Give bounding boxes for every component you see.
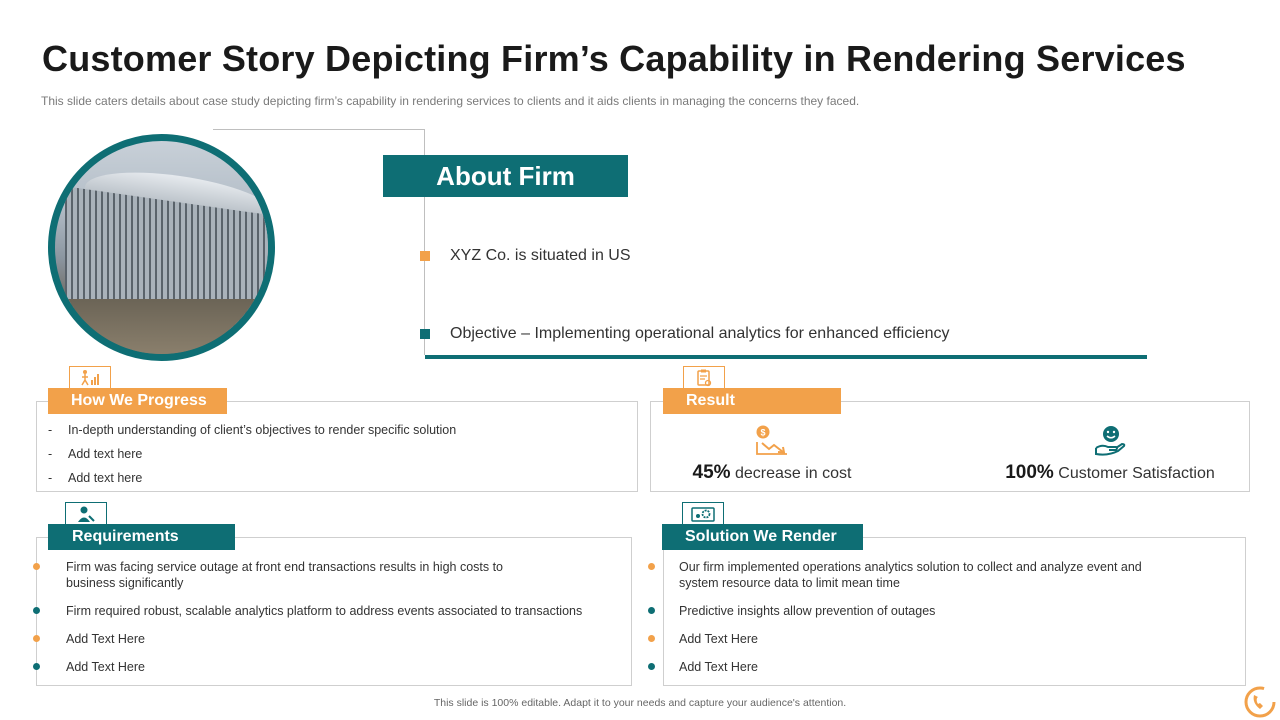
about-item-text: Objective – Implementing operational ana…: [450, 325, 950, 342]
about-item: Objective – Implementing operational ana…: [420, 325, 950, 343]
cost-metric: $ 45% decrease in cost: [682, 424, 862, 484]
teal-square-bullet-icon: [420, 329, 430, 339]
requirements-item: Add Text Here: [66, 632, 145, 646]
about-frame-line: [213, 129, 425, 130]
solution-item: Add Text Here: [679, 632, 758, 646]
solution-heading: Solution We Render: [662, 524, 863, 550]
progress-icon-box: [69, 366, 111, 390]
orange-dot-bullet-icon: [33, 563, 40, 570]
phone-logo-icon: [1244, 686, 1276, 718]
gear-screen-icon: [691, 507, 715, 522]
teal-dot-bullet-icon: [648, 607, 655, 614]
satisfaction-metric: 100% Customer Satisfaction: [1000, 424, 1220, 484]
progress-item: - Add text here: [48, 447, 143, 461]
requirements-item: Add Text Here: [66, 660, 145, 674]
slide-title: Customer Story Depicting Firm’s Capabili…: [42, 38, 1186, 79]
person-tools-icon: [78, 506, 95, 522]
requirements-item: Firm required robust, scalable analytics…: [66, 604, 583, 618]
slide-subtitle: This slide caters details about case stu…: [41, 94, 860, 108]
cost-decrease-icon: $: [756, 425, 787, 455]
about-firm-heading: About Firm: [383, 155, 628, 197]
solution-item: Predictive insights allow prevention of …: [679, 604, 936, 618]
result-icon-box: [683, 366, 725, 390]
satisfaction-smile-icon: [1095, 426, 1126, 456]
teal-dot-bullet-icon: [33, 607, 40, 614]
orange-square-bullet-icon: [420, 251, 430, 261]
progress-item: - Add text here: [48, 471, 143, 485]
slide-footer: This slide is 100% editable. Adapt it to…: [433, 697, 847, 709]
satisfaction-metric-value: 100% Customer Satisfaction: [1005, 462, 1215, 483]
orange-dot-bullet-icon: [648, 635, 655, 642]
progress-heading: How We Progress: [48, 388, 227, 414]
svg-text:$: $: [760, 428, 765, 438]
orange-dot-bullet-icon: [648, 563, 655, 570]
cost-metric-value: 45% decrease in cost: [692, 462, 852, 483]
teal-dot-bullet-icon: [33, 663, 40, 670]
building-photo: [48, 134, 275, 361]
clipboard-icon: [697, 369, 712, 387]
progress-chart-icon: [81, 370, 99, 386]
about-item: XYZ Co. is situated in US: [420, 247, 631, 265]
teal-dot-bullet-icon: [648, 663, 655, 670]
about-underline-bar: [425, 355, 1147, 359]
orange-dot-bullet-icon: [33, 635, 40, 642]
requirements-heading: Requirements: [48, 524, 235, 550]
requirements-item: Firm was facing service outage at front …: [66, 560, 504, 590]
solution-item: Our firm implemented operations analytic…: [679, 560, 1142, 590]
result-heading: Result: [663, 388, 841, 414]
requirements-icon-box: [65, 502, 107, 526]
solution-icon-box: [682, 502, 724, 526]
about-item-text: XYZ Co. is situated in US: [450, 247, 631, 264]
solution-item: Add Text Here: [679, 660, 758, 674]
progress-item: - In-depth understanding of client’s obje…: [48, 423, 457, 437]
